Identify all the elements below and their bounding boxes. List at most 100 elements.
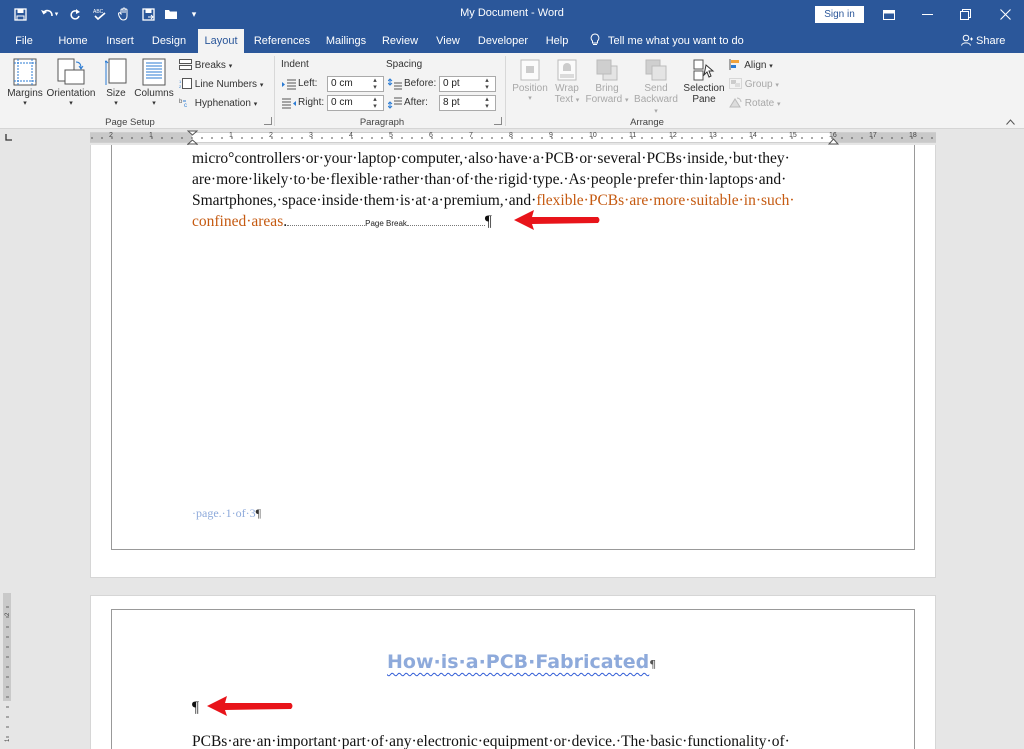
sign-in-button[interactable]: Sign in <box>815 6 864 23</box>
undo-icon[interactable]: ▾ <box>38 5 60 23</box>
hyphenation-button[interactable]: bc Hyphenation ▾ <box>179 97 257 109</box>
ruler-number: 10 <box>589 132 597 139</box>
red-arrow-icon <box>207 696 293 716</box>
bring-forward-button[interactable]: Bring Forward ▾ <box>584 59 630 105</box>
tab-help[interactable]: Help <box>538 29 576 53</box>
line-numbers-icon: 12 <box>179 78 192 89</box>
tab-developer[interactable]: Developer <box>474 29 532 53</box>
ruler-tab-selector[interactable] <box>0 130 18 145</box>
indent-left-field[interactable]: 0 cm <box>327 76 384 92</box>
vertical-ruler[interactable]: 2 1 <box>0 145 14 749</box>
ruler-number: 9 <box>549 132 553 139</box>
send-backward-button[interactable]: Send Backward ▾ <box>631 59 681 116</box>
pilcrow-mark: ¶ <box>484 213 492 230</box>
align-button[interactable]: Align ▾ <box>729 59 773 71</box>
position-button[interactable]: Position ▾ <box>510 59 550 102</box>
tab-insert[interactable]: Insert <box>100 29 140 53</box>
page-1[interactable]: micro°controllers·or·your·laptop·compute… <box>90 145 936 578</box>
body-line-page2[interactable]: PCBs·are·an·important·part·of·any·electr… <box>192 731 790 749</box>
group-separator <box>505 56 506 126</box>
heading-text: How·is·a·PCB·Fabricated <box>387 651 650 673</box>
customize-toolbar-icon[interactable]: ▾ <box>188 5 200 23</box>
tab-references[interactable]: References <box>250 29 314 53</box>
group-label: Group <box>744 79 773 90</box>
tell-me-label: Tell me what you want to do <box>608 35 744 47</box>
page-setup-launcher-icon[interactable] <box>264 117 272 125</box>
redo-icon[interactable] <box>66 5 84 23</box>
ruler-number: 17 <box>869 132 877 139</box>
wrap-text-label-2: Text <box>554 94 574 105</box>
page-number-text: ·page.·1·of·3 <box>192 506 256 520</box>
body-line-3[interactable]: Smartphones,·space·inside·them·is·at·a·p… <box>192 190 795 211</box>
ruler-number: 14 <box>749 132 757 139</box>
spacing-after-label: After: <box>404 97 428 108</box>
tab-design[interactable]: Design <box>146 29 192 53</box>
page-2[interactable]: How·is·a·PCB·Fabricated¶ ¶ PCBs·are·an·i… <box>90 595 936 749</box>
footer-pilcrow: ¶ <box>255 506 262 520</box>
restore-icon[interactable] <box>946 0 984 29</box>
empty-paragraph-mark[interactable]: ¶ <box>192 697 199 718</box>
indent-right-field[interactable]: 0 cm <box>327 95 384 111</box>
ruler-number: 7 <box>469 132 473 139</box>
touch-mode-icon[interactable] <box>116 5 132 23</box>
ruler-number: 12 <box>669 132 677 139</box>
tab-mailings[interactable]: Mailings <box>320 29 372 53</box>
breaks-icon <box>179 59 192 70</box>
open-folder-icon[interactable] <box>163 5 179 23</box>
breaks-label: Breaks <box>194 60 226 71</box>
body-line-3-text: Smartphones,·space·inside·them·is·at·a·p… <box>192 192 537 209</box>
spelling-check-icon[interactable]: ABC <box>91 5 109 23</box>
paragraph-group-label: Paragraph <box>359 117 405 128</box>
body-line-1[interactable]: micro°controllers·or·your·laptop·compute… <box>192 148 790 169</box>
ruler-number: 6 <box>429 132 433 139</box>
wrap-text-button[interactable]: Wrap Text ▾ <box>551 59 583 105</box>
body-line-4[interactable]: confined·areas. Page Break ¶ <box>192 211 492 234</box>
red-arrow-icon <box>514 210 600 230</box>
tab-layout[interactable]: Layout <box>198 29 244 53</box>
ruler-number: 2 <box>109 132 113 139</box>
orientation-button[interactable]: Orientation ▾ <box>45 58 97 107</box>
title-bar: ▾ ABC ▾ My Document - Word Sign in <box>0 0 1024 29</box>
ruler-number: 13 <box>709 132 717 139</box>
share-button[interactable]: Share <box>961 29 1005 53</box>
paragraph-launcher-icon[interactable] <box>494 117 502 125</box>
indent-marker-icon[interactable] <box>187 130 198 146</box>
size-button[interactable]: Size ▾ <box>101 58 131 107</box>
tab-review[interactable]: Review <box>378 29 422 53</box>
section-heading[interactable]: How·is·a·PCB·Fabricated¶ <box>387 651 656 673</box>
margins-button[interactable]: Margins ▾ <box>6 58 44 107</box>
tab-home[interactable]: Home <box>52 29 94 53</box>
spacing-before-field[interactable]: 0 pt <box>439 76 496 92</box>
save-as-icon[interactable] <box>140 5 156 23</box>
indent-heading: Indent <box>281 59 309 70</box>
size-label: Size <box>106 88 126 99</box>
columns-button[interactable]: Columns ▾ <box>133 58 175 107</box>
ribbon-tab-bar: File Home Insert Design Layout Reference… <box>0 29 1024 53</box>
svg-text:ABC: ABC <box>93 9 104 15</box>
rotate-button[interactable]: Rotate ▾ <box>729 97 781 109</box>
body-line-2[interactable]: are·more·likely·to·be·flexible·rather·th… <box>192 169 786 190</box>
selection-pane-icon <box>693 59 715 81</box>
close-icon[interactable] <box>986 0 1024 29</box>
selection-pane-label-2: Pane <box>692 94 716 105</box>
horizontal-ruler[interactable]: 2 1 1 2 3 4 5 6 7 8 9 10 11 12 13 14 15 16 17 18 <box>90 130 936 146</box>
orientation-icon <box>57 58 85 85</box>
breaks-button[interactable]: Breaks ▾ <box>179 59 232 71</box>
document-area[interactable]: micro°controllers·or·your·laptop·compute… <box>18 145 1024 749</box>
orientation-label: Orientation <box>46 88 96 99</box>
tab-view[interactable]: View <box>428 29 468 53</box>
send-backward-label-1: Send <box>644 83 668 94</box>
bring-forward-label-2: Forward <box>585 94 623 105</box>
group-button[interactable]: Group ▾ <box>729 78 779 90</box>
spacing-after-field[interactable]: 8 pt <box>439 95 496 111</box>
ribbon-display-options-icon[interactable] <box>870 0 908 29</box>
line-numbers-button[interactable]: 12 Line Numbers ▾ <box>179 78 263 90</box>
minimize-icon[interactable] <box>908 0 946 29</box>
selection-pane-button[interactable]: Selection Pane <box>682 59 726 105</box>
position-icon <box>520 59 540 81</box>
tell-me-search[interactable]: Tell me what you want to do <box>590 29 744 53</box>
hyphenation-label: Hyphenation <box>194 98 251 109</box>
collapse-ribbon-icon[interactable] <box>1006 117 1015 127</box>
save-icon[interactable] <box>10 5 30 23</box>
tab-file[interactable]: File <box>4 29 44 53</box>
